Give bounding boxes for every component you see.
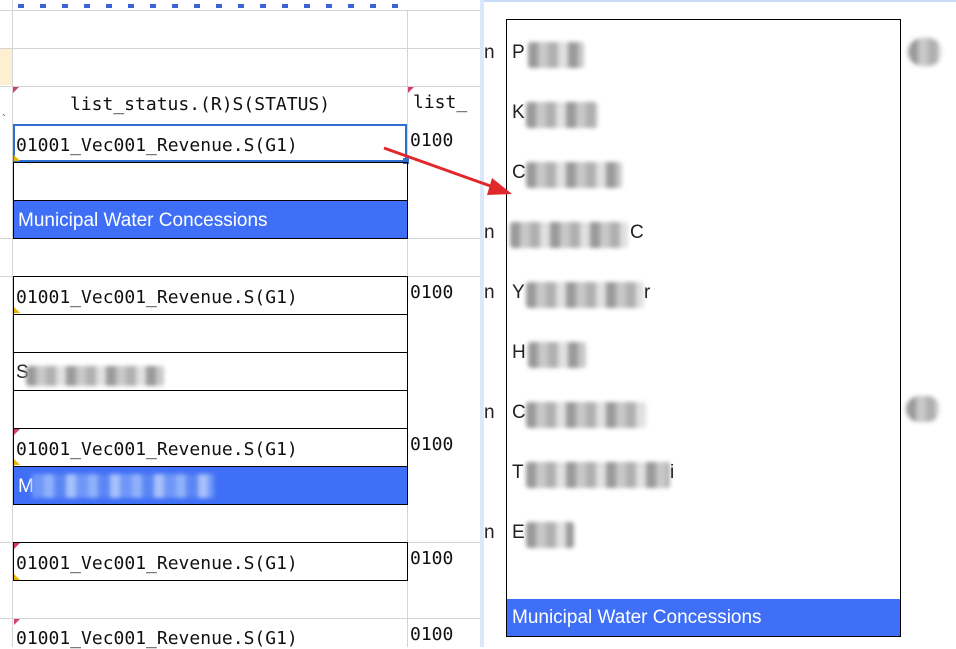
arrow-head-icon: [487, 178, 512, 195]
arrow-shaft: [383, 146, 497, 190]
annotation-arrow: [383, 146, 512, 195]
